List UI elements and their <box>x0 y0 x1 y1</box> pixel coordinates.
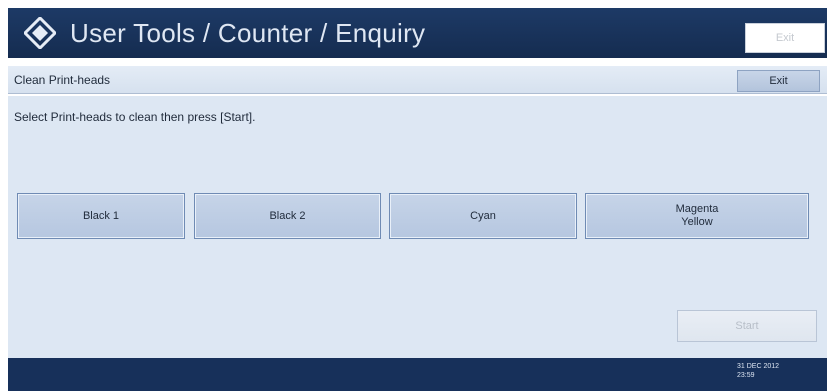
print-head-cyan-button[interactable]: Cyan <box>389 193 577 239</box>
date-text: 31 DEC 2012 <box>737 363 780 370</box>
diamond-logo-icon <box>24 17 56 49</box>
print-head-label: Black 2 <box>269 209 306 222</box>
header-exit-button[interactable]: Exit <box>745 23 825 53</box>
start-button[interactable]: Start <box>677 310 817 342</box>
print-head-label: Black 1 <box>82 209 120 222</box>
datetime-display: 31 DEC 2012 23:59 <box>737 362 779 380</box>
print-head-black2-button[interactable]: Black 2 <box>194 193 381 239</box>
status-footer: 31 DEC 2012 23:59 <box>8 358 827 391</box>
print-head-black1-button[interactable]: Black 1 <box>17 193 185 239</box>
section-title: Clean Print-heads <box>14 73 111 87</box>
sub-header: Clean Print-heads Exit <box>8 66 827 94</box>
print-head-magenta-yellow-button[interactable]: Magenta Yellow <box>585 193 809 239</box>
page-title: User Tools / Counter / Enquiry <box>70 18 426 48</box>
header-bar: User Tools / Counter / Enquiry Exit <box>8 8 827 58</box>
screen: User Tools / Counter / Enquiry Exit Clea… <box>0 0 827 391</box>
print-head-label-line1: Magenta <box>675 203 719 215</box>
print-head-label: Cyan <box>470 209 496 222</box>
time-text: 23:59 <box>737 372 755 379</box>
main-panel: Select Print-heads to clean then press [… <box>8 96 827 358</box>
exit-button[interactable]: Exit <box>737 70 820 92</box>
instruction-text: Select Print-heads to clean then press [… <box>14 110 256 124</box>
print-head-label-line2: Yellow <box>681 216 713 228</box>
